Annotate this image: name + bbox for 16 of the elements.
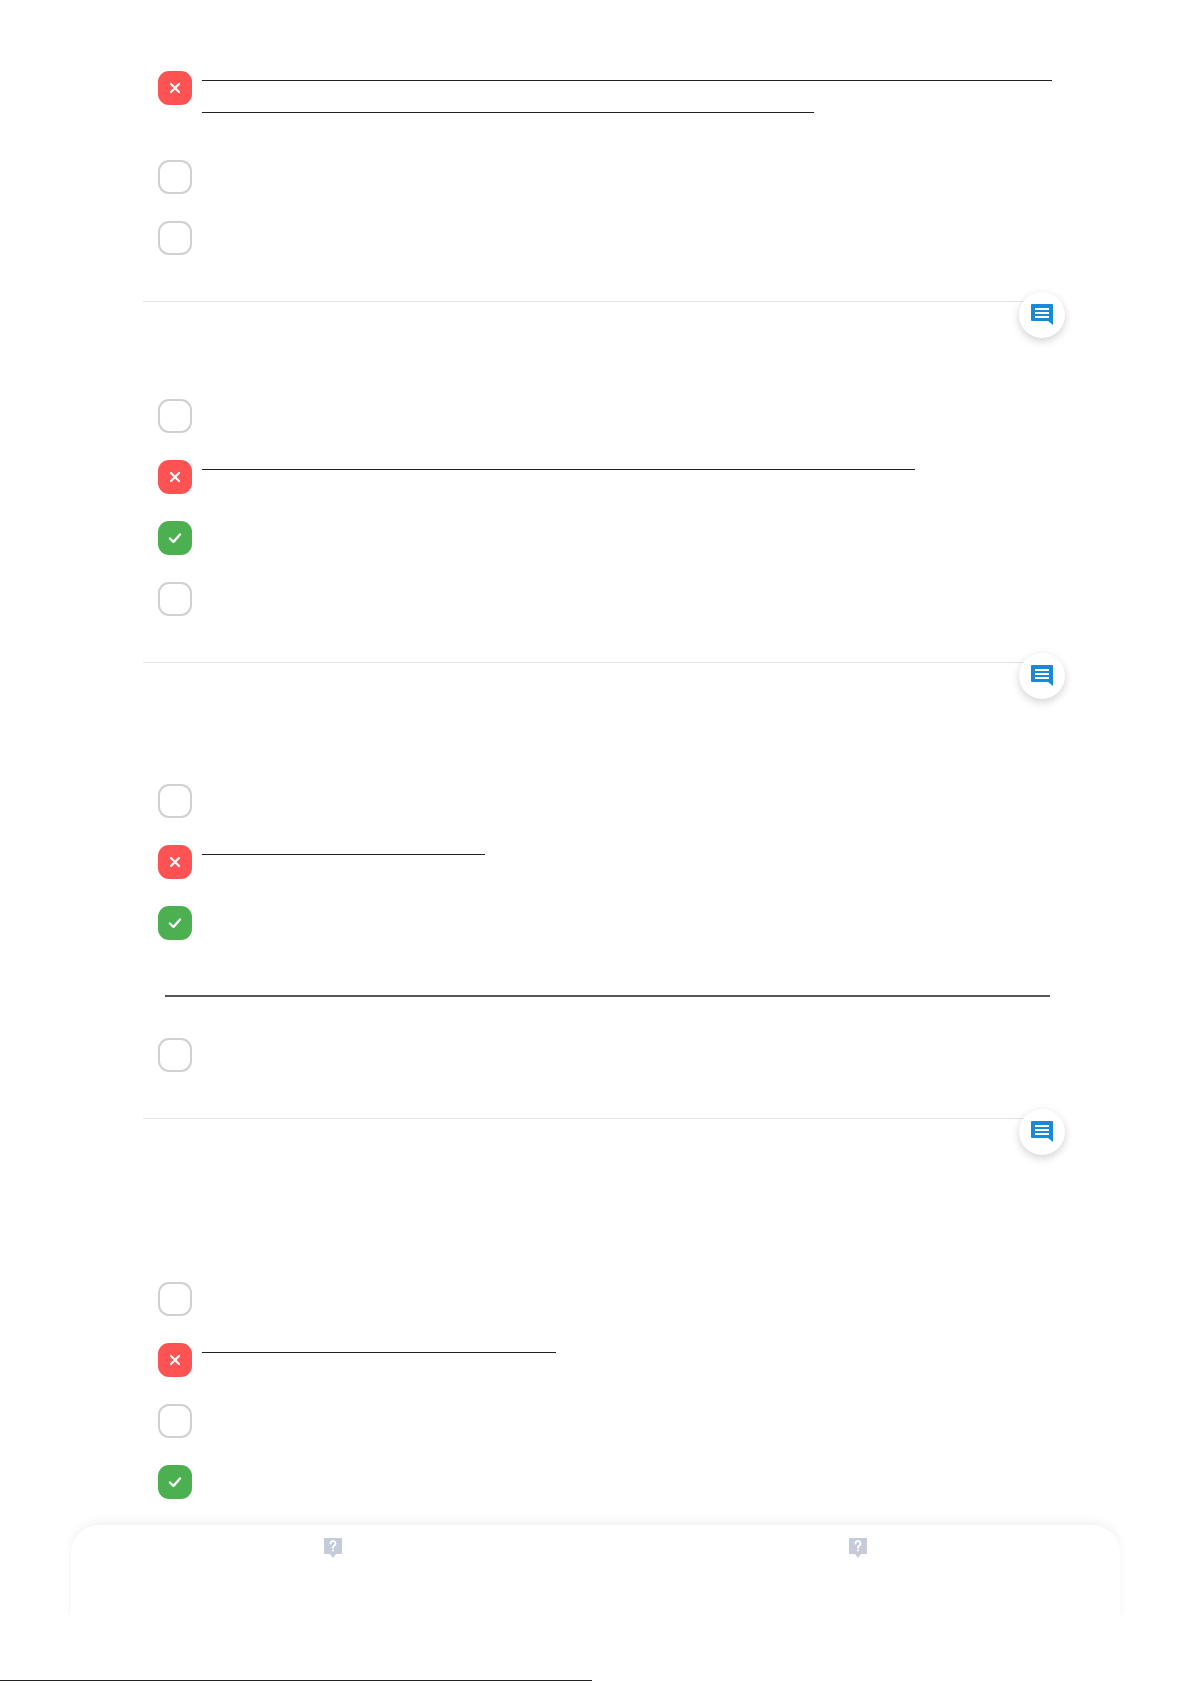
empty-choice-box[interactable] xyxy=(158,1281,192,1316)
empty-choice-box[interactable] xyxy=(158,160,192,194)
comment-button[interactable] xyxy=(1019,292,1065,338)
empty-choice-box[interactable] xyxy=(158,1403,192,1438)
empty-choice-box[interactable] xyxy=(158,582,192,616)
empty-choice-box[interactable] xyxy=(158,221,192,255)
help-icon[interactable] xyxy=(847,1537,868,1559)
comment-button[interactable] xyxy=(1019,653,1065,699)
comment-button[interactable] xyxy=(1019,1108,1065,1155)
comment-icon xyxy=(1029,663,1055,689)
empty-choice-box[interactable] xyxy=(158,784,192,818)
comment-icon xyxy=(1029,302,1055,328)
empty-choice-box[interactable] xyxy=(158,1037,192,1072)
comment-icon xyxy=(1029,1118,1055,1145)
help-icon[interactable] xyxy=(323,1537,344,1559)
empty-choice-box[interactable] xyxy=(158,399,192,433)
